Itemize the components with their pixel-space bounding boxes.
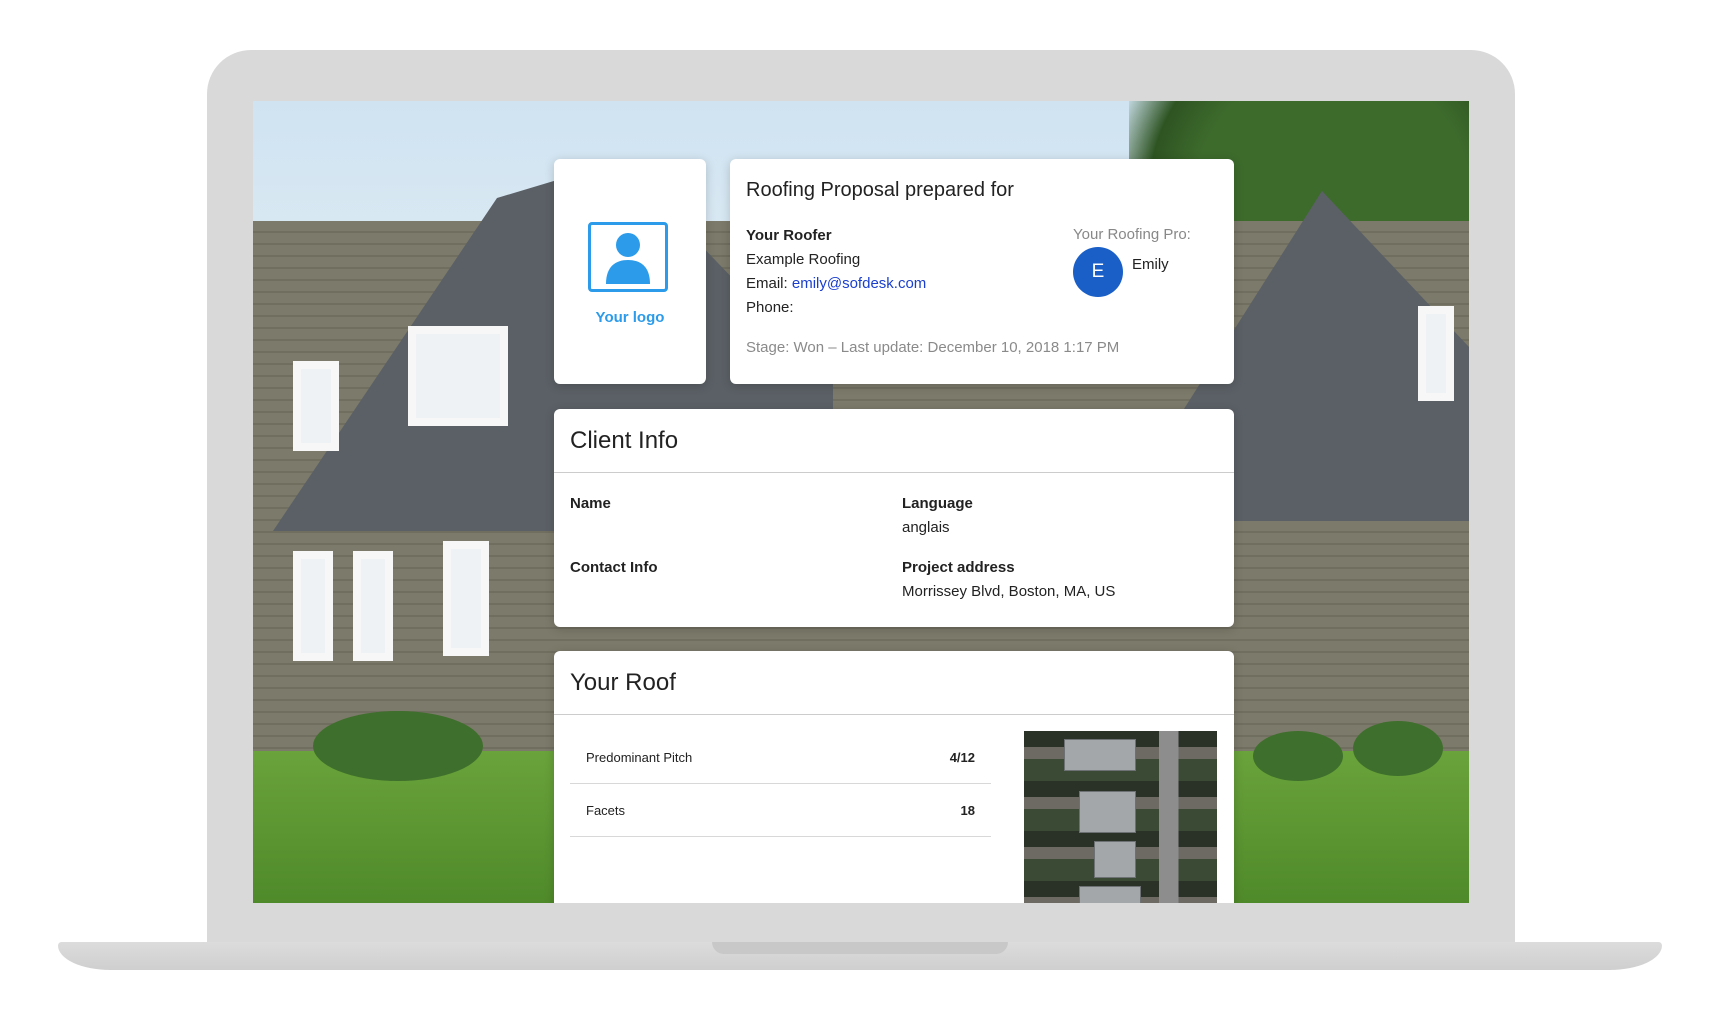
your-roof-title: Your Roof	[570, 669, 676, 696]
aerial-building	[1094, 841, 1136, 878]
background-window	[353, 551, 393, 661]
background-window	[293, 551, 333, 661]
stage-status: Stage: Won – Last update: December 10, 2…	[746, 339, 1120, 356]
aerial-building	[1064, 739, 1136, 771]
background-bush	[313, 711, 483, 781]
project-address-value: Morrissey Blvd, Boston, MA, US	[902, 583, 1116, 600]
roof-metric-value: 18	[960, 803, 975, 818]
background-window	[443, 541, 489, 656]
roofer-info: Your Roofer Example Roofing Email: emily…	[746, 224, 926, 320]
email-link[interactable]: emily@sofdesk.com	[792, 275, 926, 292]
phone-label: Phone:	[746, 299, 794, 316]
project-address-label: Project address	[902, 559, 1015, 576]
divider	[554, 472, 1234, 473]
roofer-email-line: Email: emily@sofdesk.com	[746, 272, 926, 296]
language-label: Language	[902, 495, 973, 512]
proposal-card: Roofing Proposal prepared for Your Roofe…	[730, 159, 1234, 384]
table-row: Predominant Pitch 4/12	[570, 731, 991, 784]
logo-placeholder[interactable]	[588, 222, 668, 292]
contact-info-label: Contact Info	[570, 559, 658, 576]
roofer-heading: Your Roofer	[746, 227, 832, 244]
roof-metric-label: Facets	[586, 803, 626, 818]
divider	[554, 714, 1234, 715]
user-icon	[606, 233, 650, 284]
roofing-pro-label: Your Roofing Pro:	[1073, 226, 1191, 243]
table-row: Facets 18	[570, 784, 991, 837]
aerial-roof-image	[1024, 731, 1217, 903]
aerial-building	[1079, 886, 1141, 903]
logo-label: Your logo	[595, 309, 665, 326]
email-label: Email:	[746, 275, 788, 292]
roof-metric-value: 4/12	[949, 750, 975, 765]
language-value: anglais	[902, 519, 950, 536]
client-info-card: Client Info Name Language anglais Contac…	[554, 409, 1234, 627]
your-roof-card: Your Roof Predominant Pitch 4/12 Facets …	[554, 651, 1234, 903]
roof-metric-label: Predominant Pitch	[586, 750, 693, 765]
roofing-pro-name: Emily	[1132, 256, 1169, 273]
aerial-building	[1079, 791, 1136, 833]
client-info-title: Client Info	[570, 427, 679, 454]
name-label: Name	[570, 495, 611, 512]
proposal-title: Roofing Proposal prepared for	[746, 179, 1014, 201]
background-window	[408, 326, 508, 426]
background-bush	[1353, 721, 1443, 776]
laptop-screen: Your logo Roofing Proposal prepared for …	[253, 101, 1469, 903]
laptop-notch	[712, 942, 1008, 954]
background-bush	[1253, 731, 1343, 781]
logo-card: Your logo	[554, 159, 706, 384]
background-window	[1418, 306, 1454, 401]
avatar: E	[1073, 247, 1123, 297]
roofer-company: Example Roofing	[746, 251, 861, 268]
background-window	[293, 361, 339, 451]
